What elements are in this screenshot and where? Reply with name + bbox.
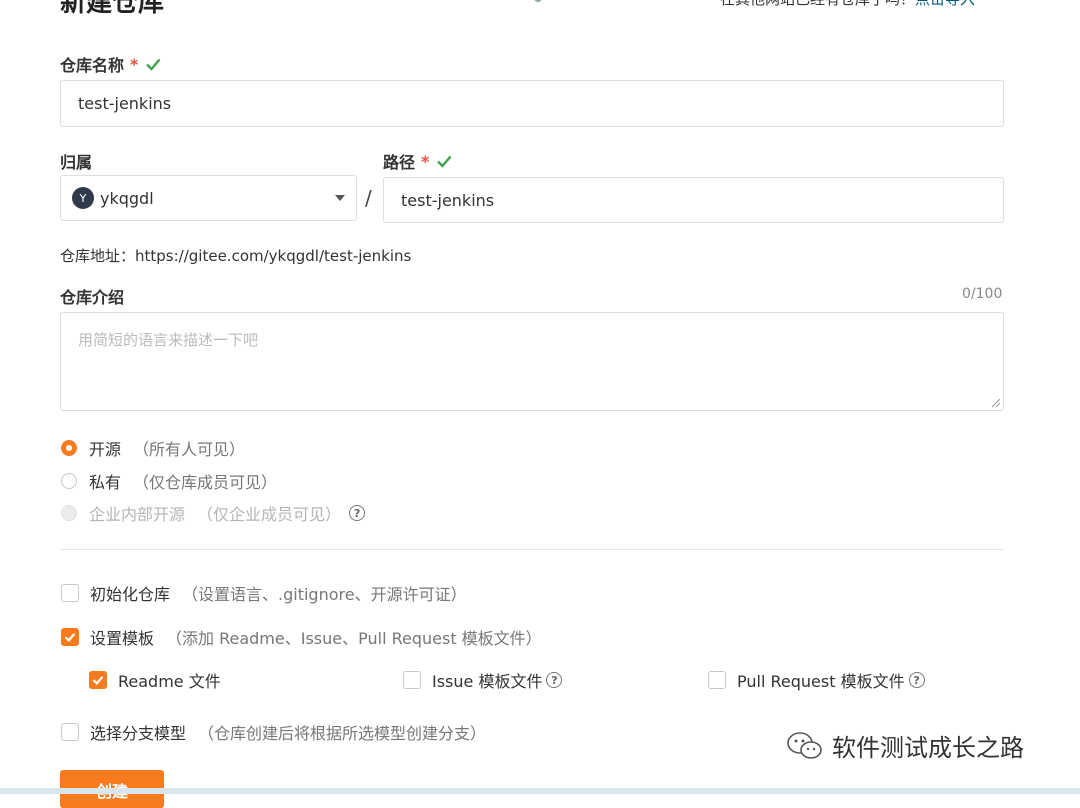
section-divider bbox=[60, 549, 1004, 550]
template-issue-option[interactable]: Issue 模板文件 ? bbox=[403, 668, 563, 692]
radio-button[interactable] bbox=[61, 440, 77, 456]
repo-name-value: test-jenkins bbox=[78, 94, 172, 113]
template-readme-option[interactable]: Readme 文件 bbox=[89, 668, 221, 692]
help-icon[interactable]: ? bbox=[349, 505, 366, 521]
path-value: test-jenkins bbox=[401, 190, 495, 210]
wechat-icon bbox=[787, 731, 822, 759]
radio-button[interactable] bbox=[61, 473, 77, 489]
import-link[interactable]: 点击导入 bbox=[915, 0, 975, 8]
path-label-text: 路径 bbox=[383, 153, 416, 172]
checkbox[interactable] bbox=[708, 671, 726, 689]
template-readme-label: Readme 文件 bbox=[118, 672, 221, 691]
chevron-down-icon bbox=[335, 195, 345, 201]
visibility-option-hint: （仅仓库成员可见） bbox=[133, 473, 278, 492]
valid-check-icon bbox=[437, 155, 452, 168]
visibility-option-private[interactable]: 私有 （仅仓库成员可见） bbox=[61, 469, 277, 493]
path-label: 路径 * bbox=[383, 149, 453, 173]
branch-model-option[interactable]: 选择分支模型 （仓库创建后将根据所选模型创建分支） bbox=[61, 720, 486, 744]
watermark: 软件测试成长之路 bbox=[786, 728, 1024, 763]
visibility-option-public[interactable]: 开源 （所有人可见） bbox=[61, 436, 245, 460]
owner-value: ykqgdl bbox=[100, 188, 154, 208]
checkbox[interactable] bbox=[403, 671, 421, 689]
visibility-option-hint: （所有人可见） bbox=[133, 440, 246, 459]
help-icon[interactable]: ? bbox=[546, 672, 563, 688]
owner-label-text: 归属 bbox=[60, 153, 93, 172]
branch-model-label: 选择分支模型 bbox=[90, 724, 187, 743]
template-pr-label: Pull Request 模板文件 bbox=[737, 672, 905, 691]
template-pr-option[interactable]: Pull Request 模板文件 ? bbox=[708, 668, 925, 692]
info-dot-icon bbox=[534, 0, 542, 2]
intro-char-counter: 0/100 bbox=[962, 286, 1003, 302]
repo-name-input[interactable]: test-jenkins bbox=[60, 80, 1004, 127]
checkbox[interactable] bbox=[61, 584, 79, 602]
repo-address-value: https://gitee.com/ykqgdl/test-jenkins bbox=[135, 247, 412, 265]
visibility-option-label: 企业内部开源 bbox=[89, 505, 186, 524]
visibility-option-enterprise: 企业内部开源 （仅企业成员可见） ? bbox=[61, 501, 366, 525]
resize-handle-icon[interactable] bbox=[992, 399, 1000, 407]
repo-name-label: 仓库名称 * bbox=[60, 52, 162, 76]
init-repo-hint: （设置语言、.gitignore、开源许可证） bbox=[182, 585, 467, 604]
visibility-option-label: 开源 bbox=[89, 440, 122, 459]
visibility-option-label: 私有 bbox=[89, 473, 122, 492]
init-repo-option[interactable]: 初始化仓库 （设置语言、.gitignore、开源许可证） bbox=[61, 581, 467, 605]
check-icon bbox=[92, 676, 104, 685]
set-template-option[interactable]: 设置模板 （添加 Readme、Issue、Pull Request 模板文件） bbox=[61, 625, 542, 649]
import-hint-text: 在其他网站已经有仓库了吗？ bbox=[720, 0, 915, 8]
page-title: 新建仓库 bbox=[60, 0, 165, 18]
valid-check-icon bbox=[146, 58, 161, 71]
bottom-edge bbox=[0, 788, 1080, 794]
intro-label: 仓库介绍 bbox=[60, 284, 124, 308]
repo-name-label-text: 仓库名称 bbox=[60, 56, 125, 75]
visibility-option-hint: （仅企业成员可见） bbox=[197, 505, 342, 524]
avatar: Y bbox=[72, 187, 94, 209]
init-repo-label: 初始化仓库 bbox=[90, 585, 171, 604]
set-template-label: 设置模板 bbox=[90, 629, 155, 648]
help-icon[interactable]: ? bbox=[908, 672, 925, 688]
intro-textarea[interactable]: 用简短的语言来描述一下吧 bbox=[60, 312, 1004, 411]
checkbox[interactable] bbox=[61, 723, 79, 741]
repo-address: 仓库地址：https://gitee.com/ykqgdl/test-jenki… bbox=[60, 245, 411, 266]
owner-select[interactable]: Y ykqgdl bbox=[60, 175, 357, 221]
radio-button bbox=[61, 505, 77, 521]
intro-placeholder: 用简短的语言来描述一下吧 bbox=[78, 331, 259, 349]
path-input[interactable]: test-jenkins bbox=[383, 177, 1004, 223]
owner-label: 归属 bbox=[60, 149, 92, 173]
template-issue-label: Issue 模板文件 bbox=[432, 672, 543, 691]
checkbox-checked[interactable] bbox=[89, 671, 107, 689]
required-mark: * bbox=[421, 151, 430, 171]
watermark-text: 软件测试成长之路 bbox=[832, 734, 1024, 762]
repo-address-label: 仓库地址： bbox=[60, 247, 136, 265]
checkbox-checked[interactable] bbox=[61, 628, 79, 646]
import-hint: 在其他网站已经有仓库了吗？点击导入 bbox=[720, 0, 975, 9]
branch-model-hint: （仓库创建后将根据所选模型创建分支） bbox=[198, 724, 487, 743]
intro-label-text: 仓库介绍 bbox=[60, 288, 125, 307]
required-mark: * bbox=[130, 54, 139, 74]
path-separator: / bbox=[365, 186, 372, 210]
check-icon bbox=[64, 633, 76, 642]
set-template-hint: （添加 Readme、Issue、Pull Request 模板文件） bbox=[166, 629, 542, 648]
